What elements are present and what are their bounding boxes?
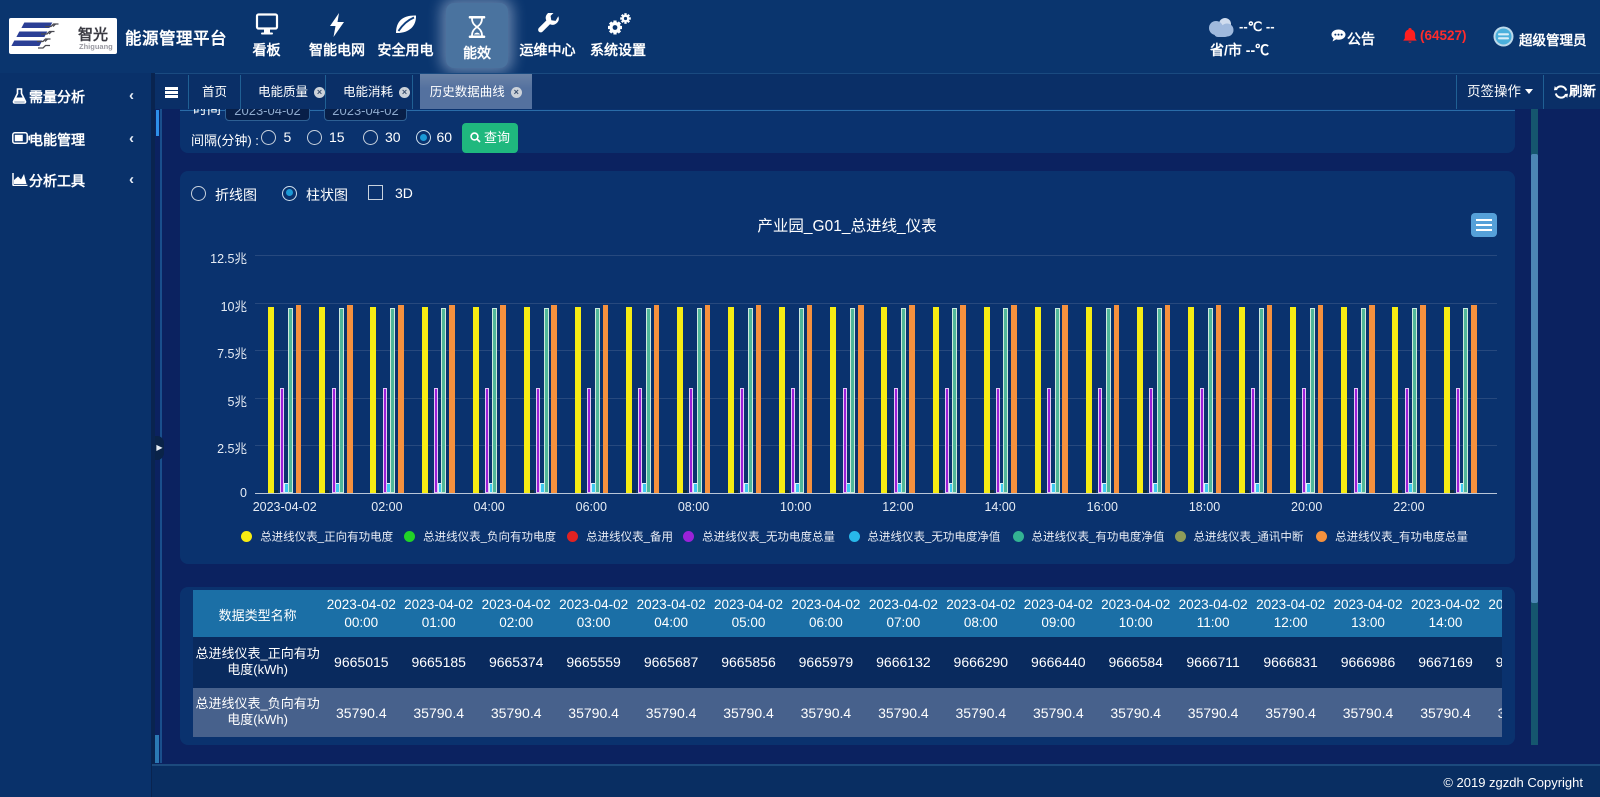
svg-text:智光: 智光	[78, 26, 108, 44]
svg-text:Zhiguang: Zhiguang	[79, 42, 113, 51]
